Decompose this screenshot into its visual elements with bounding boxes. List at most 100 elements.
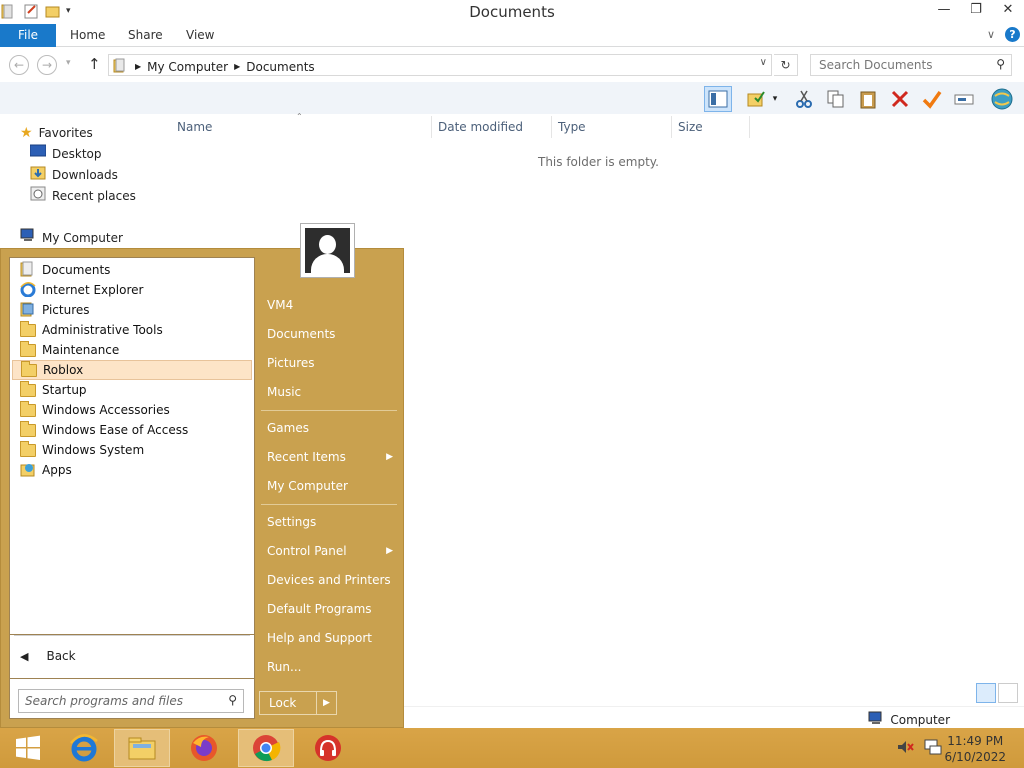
breadcrumb-separator-icon[interactable]: ▶	[135, 62, 141, 71]
navigation-bar: ← → ▾ ↑ ▶ My Computer ▶ Documents ∨ ↻ Se…	[0, 48, 1024, 82]
headphones-app-icon[interactable]	[300, 729, 356, 767]
windows-start-icon[interactable]	[0, 729, 56, 767]
program-roblox[interactable]: Roblox	[12, 360, 252, 380]
program-label: Internet Explorer	[42, 283, 144, 297]
program-administrative-tools[interactable]: Administrative Tools	[12, 320, 252, 340]
close-button[interactable]: ✕	[992, 0, 1024, 22]
column-size[interactable]: Size	[678, 120, 703, 134]
computer-icon	[20, 228, 36, 248]
nav-recent-places[interactable]: Recent places	[30, 186, 136, 206]
back-button[interactable]: ◀ Back	[20, 649, 76, 663]
refresh-icon[interactable]: ↻	[774, 54, 798, 76]
delete-icon[interactable]	[886, 86, 914, 112]
nav-favorites-label: Favorites	[38, 126, 93, 140]
program-label: Pictures	[42, 303, 90, 317]
sort-ascending-icon: ⌃	[296, 112, 303, 121]
network-icon[interactable]	[924, 738, 942, 759]
details-view-icon[interactable]	[976, 683, 996, 703]
recent-locations-chevron-icon[interactable]: ▾	[66, 58, 71, 68]
program-internet-explorer[interactable]: Internet Explorer	[12, 280, 252, 300]
column-name[interactable]: Name	[177, 120, 212, 134]
program-maintenance[interactable]: Maintenance	[12, 340, 252, 360]
checkmark-icon[interactable]	[918, 86, 946, 112]
program-startup[interactable]: Startup	[12, 380, 252, 400]
program-documents[interactable]: Documents	[12, 260, 252, 280]
program-apps[interactable]: Apps	[12, 460, 252, 480]
start-item-settings[interactable]: Settings	[267, 512, 399, 532]
firefox-icon[interactable]	[176, 729, 232, 767]
nav-desktop[interactable]: Desktop	[29, 144, 102, 164]
tab-view[interactable]: View	[174, 24, 226, 47]
program-label: Startup	[42, 383, 87, 397]
start-item-label: Run...	[267, 660, 302, 674]
tab-file[interactable]: File	[0, 24, 56, 47]
up-arrow-icon[interactable]: ↑	[88, 55, 101, 73]
address-history-chevron-icon[interactable]: ∨	[760, 57, 767, 68]
network-globe-icon[interactable]	[988, 86, 1016, 112]
search-icon[interactable]: ⚲	[996, 57, 1005, 71]
help-button[interactable]: ?	[1005, 27, 1020, 42]
folder-icon	[20, 400, 36, 417]
start-item-run[interactable]: Run...	[267, 657, 399, 677]
column-date-modified[interactable]: Date modified	[438, 120, 523, 134]
start-item-games[interactable]: Games	[267, 418, 399, 438]
breadcrumb-documents[interactable]: Documents	[246, 60, 314, 74]
file-list-header: Name ⌃ Date modified Type Size	[170, 112, 750, 138]
chrome-icon[interactable]	[238, 729, 294, 767]
program-windows-ease-of-access[interactable]: Windows Ease of Access	[12, 420, 252, 440]
breadcrumb-my-computer[interactable]: My Computer	[147, 60, 228, 74]
paste-icon[interactable]	[854, 86, 882, 112]
title-bar: ▾ Documents — ❐ ✕	[0, 0, 1024, 24]
preview-pane-icon[interactable]	[704, 86, 732, 112]
file-explorer-icon[interactable]	[114, 729, 170, 767]
start-menu: Documents Internet Explorer Pictures Adm…	[0, 248, 404, 728]
start-item-devices-and-printers[interactable]: Devices and Printers	[267, 570, 399, 590]
start-item-recent-items[interactable]: Recent Items ▶	[267, 447, 399, 467]
nav-downloads[interactable]: Downloads	[30, 165, 118, 185]
forward-arrow-icon[interactable]: →	[37, 55, 57, 75]
program-search-input[interactable]: Search programs and files ⚲	[18, 689, 244, 713]
address-bar[interactable]: ▶ My Computer ▶ Documents ∨	[108, 54, 772, 76]
speaker-muted-icon[interactable]	[896, 738, 914, 759]
taskbar-clock[interactable]: 11:49 PM 6/10/2022	[944, 733, 1006, 765]
search-input[interactable]: Search Documents ⚲	[810, 54, 1012, 76]
start-item-documents[interactable]: Documents	[267, 324, 399, 344]
rename-icon[interactable]	[950, 86, 978, 112]
start-item-default-programs[interactable]: Default Programs	[267, 599, 399, 619]
start-item-pictures[interactable]: Pictures	[267, 353, 399, 373]
folder-options-icon[interactable]	[742, 86, 770, 112]
shutdown-options-arrow-icon[interactable]: ▶	[316, 692, 336, 714]
large-icons-view-icon[interactable]	[998, 683, 1018, 703]
start-item-control-panel[interactable]: Control Panel ▶	[267, 541, 399, 561]
program-pictures[interactable]: Pictures	[12, 300, 252, 320]
breadcrumb-separator-icon[interactable]: ▶	[234, 62, 240, 71]
start-item-help-and-support[interactable]: Help and Support	[267, 628, 399, 648]
apps-icon	[20, 461, 36, 480]
start-item-music[interactable]: Music	[267, 382, 399, 402]
ie-icon	[20, 281, 36, 300]
column-type[interactable]: Type	[558, 120, 586, 134]
program-windows-system[interactable]: Windows System	[12, 440, 252, 460]
back-label: Back	[46, 649, 76, 663]
program-windows-accessories[interactable]: Windows Accessories	[12, 400, 252, 420]
program-label: Maintenance	[42, 343, 120, 357]
search-icon[interactable]: ⚲	[228, 693, 237, 707]
start-item-my-computer[interactable]: My Computer	[267, 476, 399, 496]
expand-ribbon-chevron-icon[interactable]: ∨	[987, 28, 995, 41]
restore-button[interactable]: ❐	[960, 0, 992, 22]
tab-home[interactable]: Home	[58, 24, 117, 47]
cut-icon[interactable]	[790, 86, 818, 112]
back-arrow-icon[interactable]: ←	[9, 55, 29, 75]
start-item-user[interactable]: VM4	[267, 295, 399, 315]
start-item-label: Pictures	[267, 356, 315, 370]
user-avatar[interactable]	[300, 223, 355, 278]
nav-favorites[interactable]: ★ Favorites	[20, 123, 93, 143]
ie-icon[interactable]	[56, 729, 112, 767]
computer-icon	[868, 711, 884, 728]
minimize-button[interactable]: —	[928, 0, 960, 22]
lock-button[interactable]: Lock ▶	[259, 691, 337, 715]
nav-my-computer[interactable]: My Computer	[20, 228, 123, 248]
folder-options-chevron-icon[interactable]: ▾	[768, 86, 782, 112]
copy-icon[interactable]	[822, 86, 850, 112]
tab-share[interactable]: Share	[116, 24, 175, 47]
